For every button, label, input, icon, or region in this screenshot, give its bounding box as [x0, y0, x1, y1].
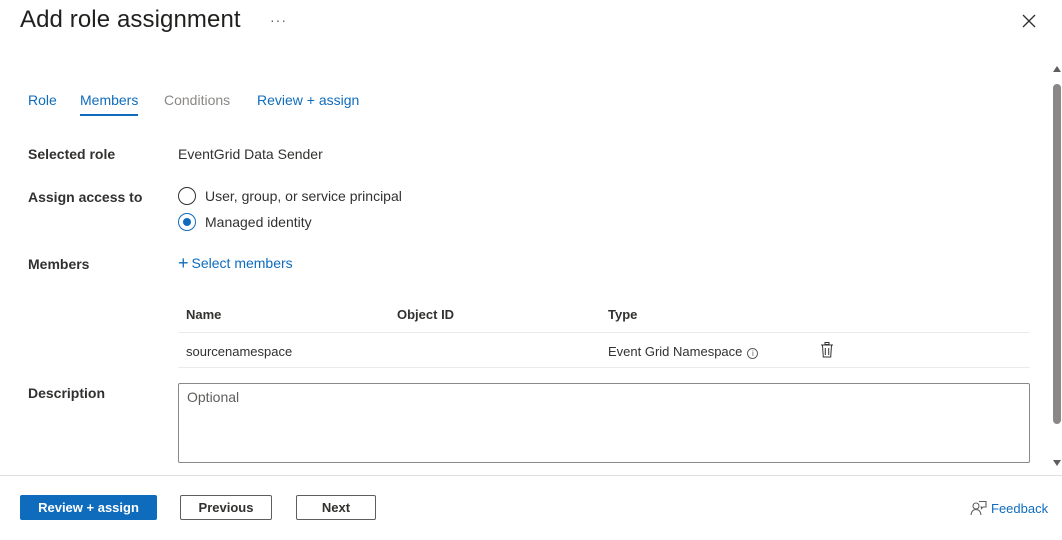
scroll-up-arrow-icon[interactable]	[1053, 66, 1061, 72]
radio-dot	[183, 218, 191, 226]
next-button[interactable]: Next	[296, 495, 376, 520]
members-label: Members	[28, 256, 90, 272]
member-name: sourcenamespace	[186, 344, 293, 359]
active-tab-indicator	[80, 114, 139, 116]
info-icon[interactable]: i	[747, 348, 759, 359]
select-members-link[interactable]: + Select members	[178, 253, 293, 273]
more-options-button[interactable]: ···	[270, 12, 287, 28]
column-header-object-id: Object ID	[397, 307, 455, 322]
radio-label: Managed identity	[205, 214, 312, 230]
close-icon[interactable]	[1020, 12, 1038, 30]
review-assign-button[interactable]: Review + assign	[20, 495, 157, 520]
select-members-text: Select members	[191, 255, 293, 271]
page-title: Add role assignment	[20, 6, 241, 33]
selected-role-value: EventGrid Data Sender	[178, 146, 323, 162]
scroll-down-arrow-icon[interactable]	[1053, 460, 1061, 466]
row-divider	[178, 367, 1030, 368]
assign-access-label: Assign access to	[28, 189, 143, 205]
selected-role-label: Selected role	[28, 146, 116, 162]
scroll-thumb[interactable]	[1053, 84, 1061, 424]
member-type-text: Event Grid Namespace	[608, 344, 743, 359]
feedback-text: Feedback	[991, 500, 1049, 516]
column-header-name: Name	[186, 307, 222, 322]
trash-icon[interactable]	[820, 342, 834, 358]
feedback-icon	[970, 500, 987, 516]
tab-review-assign[interactable]: Review + assign	[257, 92, 359, 108]
description-label: Description	[28, 385, 106, 401]
header-divider	[178, 332, 1030, 333]
vertical-scrollbar[interactable]	[1052, 66, 1062, 470]
radio-user-group-sp[interactable]: User, group, or service principal	[178, 186, 402, 206]
radio-button-checked[interactable]	[178, 213, 196, 231]
previous-button[interactable]: Previous	[180, 495, 272, 520]
member-type: Event Grid Namespace i	[608, 344, 759, 359]
description-textarea[interactable]	[178, 383, 1030, 463]
radio-managed-identity[interactable]: Managed identity	[178, 212, 312, 232]
feedback-link[interactable]: Feedback	[970, 500, 1048, 516]
footer-divider	[0, 475, 1062, 476]
radio-label: User, group, or service principal	[205, 188, 402, 204]
plus-icon: +	[178, 253, 189, 273]
column-header-type: Type	[608, 307, 638, 322]
tab-members[interactable]: Members	[80, 92, 139, 116]
radio-button[interactable]	[178, 187, 196, 205]
tab-conditions: Conditions	[164, 92, 231, 108]
tab-role[interactable]: Role	[28, 92, 57, 108]
